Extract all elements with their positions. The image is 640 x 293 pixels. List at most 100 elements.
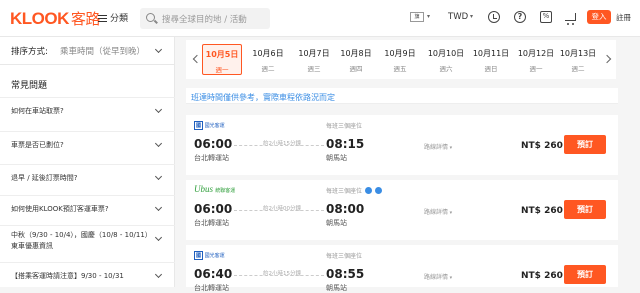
- route-detail-link[interactable]: 路線詳情: [424, 207, 452, 216]
- date-tab[interactable]: 10月6日週二: [248, 44, 288, 75]
- clock-icon[interactable]: [488, 11, 500, 23]
- book-button[interactable]: 預訂: [564, 200, 606, 219]
- trip-price: NT$ 260: [521, 271, 563, 281]
- weekday-label: 週四: [349, 65, 363, 73]
- language-chevron-down-icon[interactable]: ▾: [427, 13, 430, 20]
- faq-item[interactable]: 【搭乘客運時請注意】9/30 - 10/31: [0, 262, 175, 288]
- date-tab[interactable]: 10月7日週三: [294, 44, 334, 75]
- chevron-down-icon: [154, 172, 163, 181]
- date-tab[interactable]: 10月11日 週日: [471, 44, 511, 75]
- date-label: 10月6日: [252, 49, 284, 58]
- weekday-label: 週一: [215, 66, 229, 74]
- route-detail-link[interactable]: 路線詳情: [424, 142, 452, 151]
- operator-name: 國光客運: [204, 123, 225, 129]
- date-label: 10月9日: [384, 49, 416, 58]
- trip-duration: 約2小時00分鐘: [263, 206, 301, 212]
- faq-item-label: 如何使用KLOOK預訂客運車票?: [11, 205, 109, 213]
- faq-item[interactable]: 中秋（9/30 - 10/4），國慶（10/8 - 10/11）東車優惠資訊: [0, 225, 175, 259]
- weekday-label: 週一: [529, 65, 543, 73]
- search-placeholder: 搜尋全球目的地 / 活動: [162, 15, 247, 25]
- faq-item[interactable]: 如何使用KLOOK預訂客運車票?: [0, 195, 175, 221]
- wifi-icon: [365, 187, 373, 194]
- book-button[interactable]: 預訂: [564, 265, 606, 284]
- faq-item[interactable]: 退早 / 延後訂票時間?: [0, 164, 175, 190]
- date-label: 10月8日: [340, 49, 372, 58]
- arrive-time: 08:00: [326, 202, 365, 216]
- klook-logo[interactable]: KLOOK 客路: [10, 8, 100, 29]
- weekday-label: 週二: [571, 65, 585, 73]
- chevron-left-icon[interactable]: [192, 54, 202, 64]
- depart-time: 06:00: [194, 202, 233, 216]
- date-label: 10月12日: [517, 49, 555, 58]
- date-tab[interactable]: 10月5日週一: [202, 44, 242, 75]
- arrive-time: 08:15: [326, 137, 365, 151]
- trip-card: 國 國光客運 06:00 台北轉運站 約2小時15分鐘 每班三個座位 08:15…: [186, 115, 618, 175]
- date-label: 10月10日: [427, 49, 465, 58]
- arrive-station: 朝馬站: [326, 219, 347, 227]
- flag-icon[interactable]: 旗: [410, 12, 424, 22]
- sort-dropdown[interactable]: 排序方式: 乘車時間（從早到晚）: [0, 37, 175, 65]
- currency-selector[interactable]: TWD: [448, 12, 468, 22]
- operator-subname: 統聯客運: [215, 188, 236, 194]
- date-tab[interactable]: 10月8日週四: [336, 44, 376, 75]
- cart-icon[interactable]: [565, 13, 576, 25]
- book-button[interactable]: 預訂: [564, 135, 606, 154]
- date-label: 10月7日: [298, 49, 330, 58]
- signup-link[interactable]: 註冊: [616, 12, 631, 23]
- operator-logo: 國 國光客運: [194, 121, 225, 130]
- trip-duration: 約2小時15分鐘: [263, 141, 301, 147]
- seat-note-text: 每班三個座位: [326, 188, 363, 195]
- sidebar: 排序方式: 乘車時間（從早到晚） 常見問題 如何在車站取票? 車票是否已劃位? …: [0, 37, 175, 287]
- chevron-down-icon: [154, 139, 163, 148]
- arrive-time: 08:55: [326, 267, 365, 281]
- schedule-notice: 班達時間僅供參考，實際車程依路況而定: [186, 88, 618, 104]
- operator-name: 國光客運: [204, 253, 225, 259]
- faq-item-label: 車票是否已劃位?: [11, 141, 64, 149]
- weekday-label: 週二: [261, 65, 275, 73]
- date-tab[interactable]: 10月12日 週一: [516, 44, 556, 75]
- faq-item-label: 【搭乘客運時請注意】9/30 - 10/31: [11, 272, 124, 280]
- sort-label: 排序方式:: [11, 47, 48, 57]
- notice-text: 班達時間僅供參考，實際車程依路況而定: [191, 93, 335, 102]
- seat-note: 每班三個座位: [326, 186, 383, 195]
- faq-item-label: 如何在車站取票?: [11, 107, 64, 115]
- date-label: 10月5日: [205, 50, 239, 59]
- depart-station: 台北轉運站: [194, 219, 229, 227]
- help-icon[interactable]: ?: [514, 11, 526, 23]
- weekday-label: 週三: [307, 65, 321, 73]
- faq-title: 常見問題: [11, 81, 48, 91]
- search-input[interactable]: 搜尋全球目的地 / 活動: [140, 8, 270, 29]
- arrive-station: 朝馬站: [326, 284, 347, 292]
- date-tab[interactable]: 10月9日週五: [380, 44, 420, 75]
- depart-station: 台北轉運站: [194, 154, 229, 162]
- logo-cn-text: 客路: [70, 11, 101, 28]
- seat-note: 每班三個座位: [326, 253, 363, 260]
- coupon-icon[interactable]: %: [540, 11, 552, 23]
- login-button[interactable]: 登入: [587, 10, 611, 24]
- chevron-down-icon: [154, 203, 163, 212]
- charging-icon: [375, 187, 383, 194]
- logo-text: KLOOK: [10, 9, 69, 28]
- depart-station: 台北轉運站: [194, 284, 229, 292]
- date-tab[interactable]: 10月13日 週二: [558, 44, 598, 75]
- arrive-station: 朝馬站: [326, 154, 347, 162]
- operator-logo: 國 國光客運: [194, 251, 225, 260]
- faq-item[interactable]: 如何在車站取票?: [0, 97, 175, 123]
- hamburger-icon: [98, 15, 107, 22]
- faq-item[interactable]: 車票是否已劃位?: [0, 131, 175, 157]
- chevron-right-icon[interactable]: [602, 54, 612, 64]
- trip-card: 國 國光客運 06:40 台北轉運站 約2小時15分鐘 每班三個座位 08:55…: [186, 245, 618, 292]
- currency-chevron-down-icon[interactable]: ▾: [470, 13, 473, 20]
- weekday-label: 週日: [484, 65, 498, 73]
- date-tab[interactable]: 10月10日 週六: [426, 44, 466, 75]
- route-detail-link[interactable]: 路線詳情: [424, 272, 452, 281]
- trip-price: NT$ 260: [521, 141, 563, 151]
- category-label: 分類: [110, 14, 129, 24]
- date-label: 10月11日: [472, 49, 510, 58]
- weekday-label: 週五: [393, 65, 407, 73]
- search-icon: [146, 13, 155, 22]
- date-label: 10月13日: [559, 49, 597, 58]
- category-menu-button[interactable]: 分類: [98, 11, 128, 24]
- trip-duration: 約2小時15分鐘: [263, 271, 301, 277]
- trip-price: NT$ 260: [521, 206, 563, 216]
